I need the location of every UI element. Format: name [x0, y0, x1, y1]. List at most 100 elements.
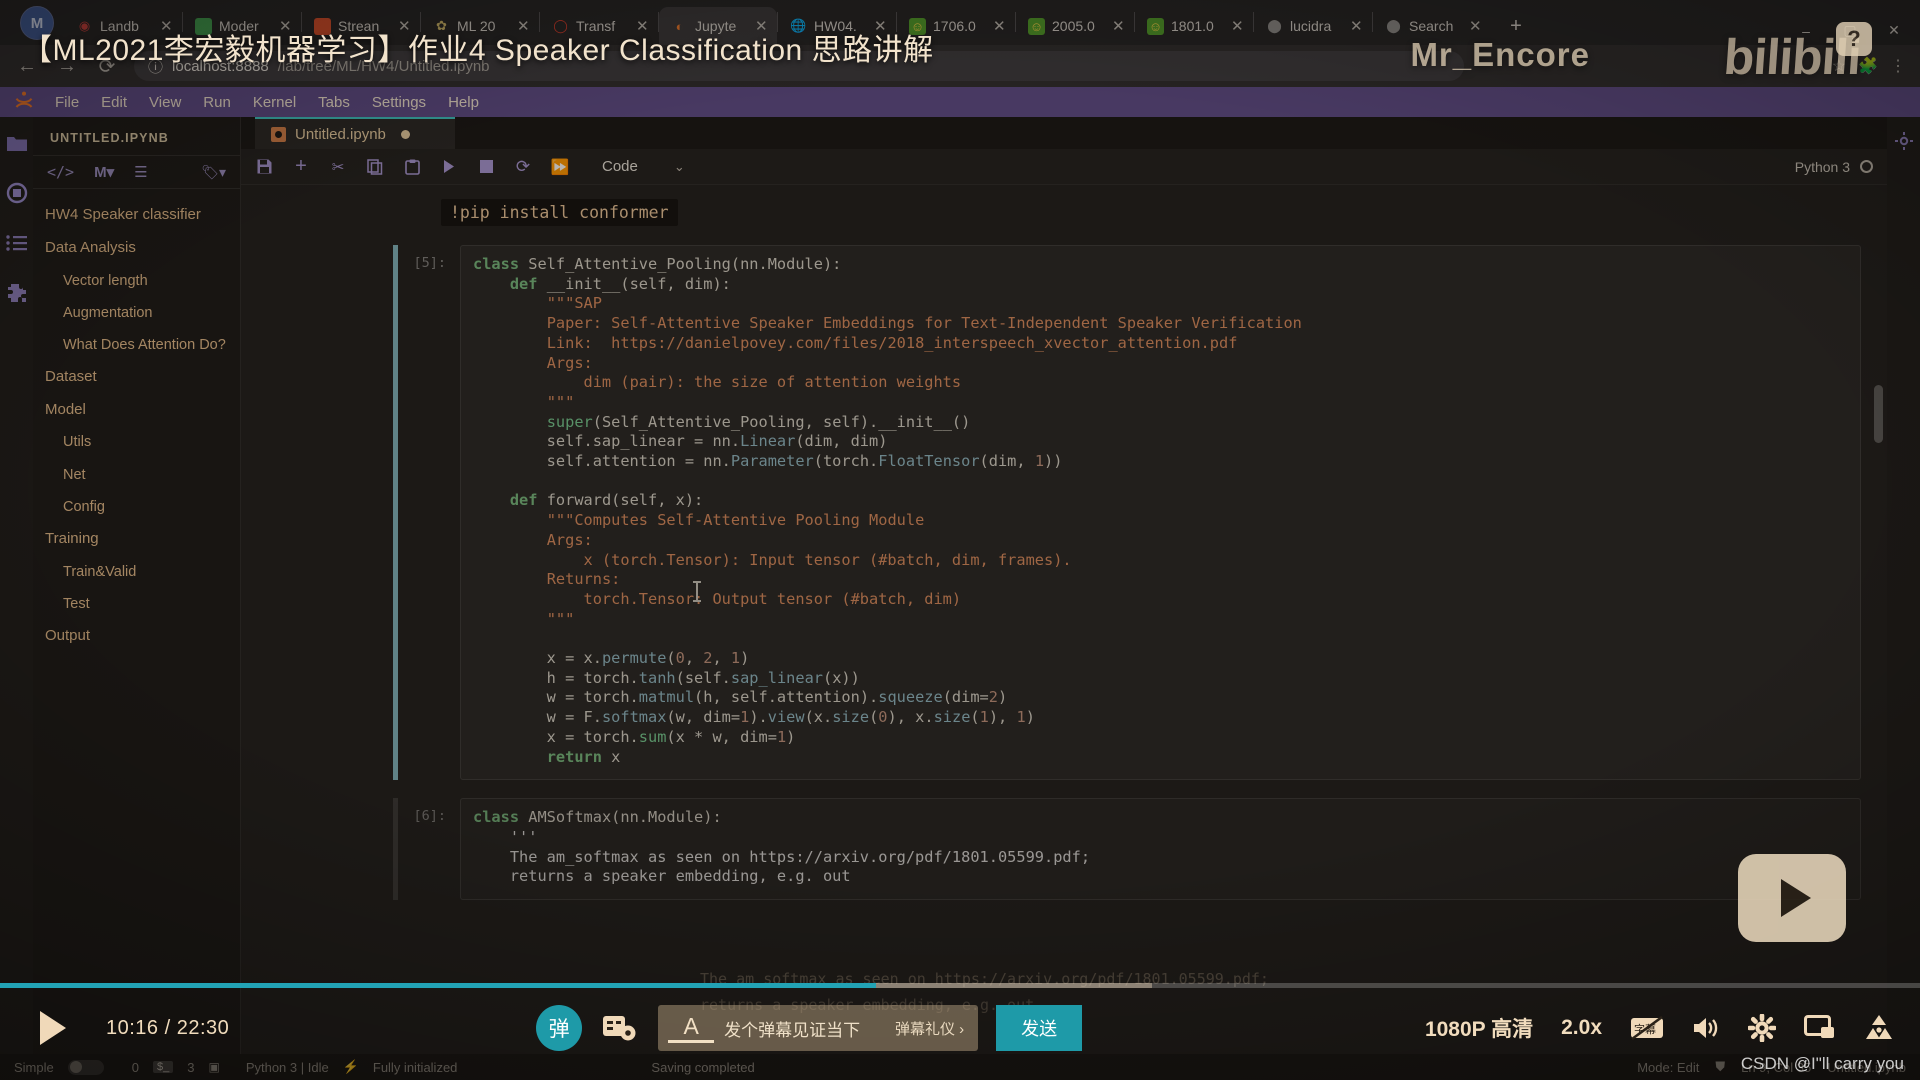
menu-item-settings[interactable]: Settings — [361, 90, 437, 115]
browser-tab-9[interactable]: ☺ 1801.0 ✕ — [1135, 7, 1253, 45]
cell-type-select[interactable]: Code ⌄ — [602, 158, 685, 175]
font-A-icon[interactable]: A — [668, 1013, 715, 1043]
menu-item-run[interactable]: Run — [192, 90, 242, 115]
code-cell-6[interactable]: [6]: class AMSoftmax(nn.Module): ''' The… — [393, 798, 1861, 901]
danmaku-send-button[interactable]: 发送 — [996, 1005, 1083, 1051]
browser-tab-8[interactable]: ☺ 2005.0 ✕ — [1016, 7, 1134, 45]
progress-played — [0, 983, 876, 988]
copy-icon[interactable] — [366, 158, 384, 176]
menu-item-tabs[interactable]: Tabs — [307, 90, 361, 115]
kernel-status-text[interactable]: Python 3 | Idle — [246, 1060, 329, 1075]
notebook-icon — [271, 126, 286, 142]
menu-item-help[interactable]: Help — [437, 90, 490, 115]
danmaku-input-placeholder[interactable]: 发个弹幕见证当下 — [718, 1016, 895, 1041]
code-editor-6[interactable]: class AMSoftmax(nn.Module): ''' The am_s… — [460, 798, 1861, 901]
browser-tab-close-icon[interactable]: ✕ — [1112, 17, 1128, 35]
toc-item-hw4-speaker-classifier[interactable]: HW4 Speaker classifier — [33, 199, 240, 232]
total-time: 22:30 — [176, 1016, 230, 1039]
markdown-m-icon[interactable]: M▾ — [94, 163, 114, 181]
numbered-list-icon[interactable]: ☰ — [134, 163, 147, 181]
file-browser-icon[interactable] — [5, 131, 29, 155]
code-editor-5[interactable]: class Self_Attentive_Pooling(nn.Module):… — [460, 245, 1861, 781]
browser-tab-10[interactable]: ⬤ lucidra ✕ — [1254, 7, 1372, 45]
browser-tab-close-icon[interactable]: ✕ — [1469, 17, 1485, 35]
quality-selector[interactable]: 1080P 高清 — [1425, 1013, 1533, 1043]
extensions-puzzle-icon[interactable]: 🧩 — [1858, 56, 1878, 76]
toc-item-data-analysis[interactable]: Data Analysis — [33, 232, 240, 265]
browser-menu-icon[interactable]: ⋮ — [1890, 56, 1906, 76]
toc-item-dataset[interactable]: Dataset — [33, 361, 240, 394]
saving-status-text: Saving completed — [651, 1059, 755, 1075]
text-cursor-icon — [693, 581, 701, 602]
current-time: 10:16 — [106, 1016, 159, 1039]
unsaved-changes-dot — [400, 129, 410, 139]
menu-item-view[interactable]: View — [138, 90, 192, 115]
menu-item-edit[interactable]: Edit — [90, 90, 138, 115]
restart-run-all-icon[interactable]: ⏩ — [551, 158, 570, 176]
save-icon[interactable] — [255, 158, 273, 176]
danmaku-toggle-button[interactable]: 弹 — [536, 1005, 583, 1051]
gear-icon[interactable] — [1748, 1014, 1776, 1042]
uploader-name: Mr_Encore — [1410, 36, 1590, 73]
browser-tab-close-icon[interactable]: ✕ — [1350, 17, 1366, 35]
kernel-indicator[interactable]: Python 3 — [1795, 159, 1873, 175]
cell-type-value: Code — [602, 158, 638, 175]
close-window-button[interactable]: ✕ — [1872, 22, 1916, 39]
browser-tab-close-icon[interactable]: ✕ — [993, 17, 1009, 35]
document-tab-untitled[interactable]: Untitled.ipynb — [255, 117, 455, 149]
menu-item-file[interactable]: File — [44, 90, 90, 115]
playback-speed-selector[interactable]: 2.0x — [1561, 1016, 1602, 1040]
volume-icon[interactable] — [1692, 1015, 1720, 1041]
bilibili-help-badge[interactable]: ? — [1836, 22, 1872, 56]
danmaku-etiquette-link[interactable]: 弹幕礼仪 › — [895, 1018, 978, 1039]
run-cell-icon[interactable] — [440, 158, 458, 176]
code-cell-5[interactable]: [5]: class Self_Attentive_Pooling(nn.Mod… — [393, 245, 1861, 781]
notebook-toolbar: + ✂ ⟳ ⏩ Code ⌄ Python 3 — [241, 149, 1887, 185]
toc-item-config[interactable]: Config — [33, 491, 240, 523]
table-of-contents-icon[interactable] — [5, 231, 29, 255]
notebook-scrollbar-thumb[interactable] — [1874, 385, 1883, 443]
cell-prompt-6: [6]: — [413, 808, 446, 825]
jupyter-right-bar — [1887, 117, 1920, 1054]
play-icon[interactable] — [40, 1011, 66, 1045]
shield-off-icon: ⛊ — [1715, 1059, 1726, 1074]
browser-tab-title: lucidra — [1290, 18, 1332, 34]
restart-kernel-icon[interactable]: ⟳ — [514, 157, 532, 176]
browser-tab-title: 1706.0 — [933, 18, 976, 34]
toc-item-train-valid[interactable]: Train&Valid — [33, 556, 240, 588]
picture-in-picture-icon[interactable] — [1804, 1015, 1836, 1041]
paste-icon[interactable] — [403, 158, 421, 176]
tag-icon[interactable]: 🏷▾ — [201, 164, 226, 181]
document-tab-label: Untitled.ipynb — [295, 125, 386, 143]
toc-item-net[interactable]: Net — [33, 459, 240, 491]
cut-icon[interactable]: ✂ — [329, 158, 347, 176]
extensions-puzzle-icon[interactable] — [5, 281, 29, 305]
insert-cell-icon[interactable]: + — [292, 155, 310, 177]
jupyter-logo-icon — [4, 89, 44, 115]
subtitle-off-icon[interactable]: 字幕 — [1630, 1014, 1664, 1042]
simple-mode-toggle[interactable] — [67, 1059, 104, 1075]
toc-item-model[interactable]: Model — [33, 394, 240, 427]
notebook-scroll-area[interactable]: !pip install conformer [5]: class Self_A… — [241, 185, 1887, 1054]
running-terminals-icon[interactable] — [5, 181, 29, 205]
github-icon: ⬤ — [1267, 18, 1282, 33]
toc-item-what-does-attention-do[interactable]: What Does Attention Do? — [33, 329, 240, 361]
toc-item-utils[interactable]: Utils — [33, 426, 240, 458]
danmaku-settings-icon[interactable] — [600, 1008, 640, 1048]
property-inspector-gear-icon[interactable] — [1892, 129, 1916, 153]
danmaku-input-box[interactable]: A 发个弹幕见证当下 弹幕礼仪 › — [658, 1005, 979, 1051]
web-fullscreen-icon[interactable] — [1864, 1014, 1894, 1042]
toc-item-test[interactable]: Test — [33, 588, 240, 620]
markdown-cell[interactable]: !pip install conformer — [441, 199, 678, 226]
toc-item-vector-length[interactable]: Vector length — [33, 265, 240, 297]
code-brackets-icon[interactable]: </> — [47, 163, 74, 181]
jupyter-activity-bar — [0, 117, 33, 1054]
toc-item-augmentation[interactable]: Augmentation — [33, 297, 240, 329]
toc-item-training[interactable]: Training — [33, 523, 240, 556]
menu-item-kernel[interactable]: Kernel — [242, 90, 307, 115]
stop-kernel-icon[interactable] — [477, 158, 495, 176]
browser-tab-close-icon[interactable]: ✕ — [1231, 17, 1247, 35]
video-progress-bar[interactable] — [0, 983, 1920, 988]
toc-item-output[interactable]: Output — [33, 620, 240, 653]
chevron-down-icon[interactable]: ⌄ — [674, 159, 685, 175]
